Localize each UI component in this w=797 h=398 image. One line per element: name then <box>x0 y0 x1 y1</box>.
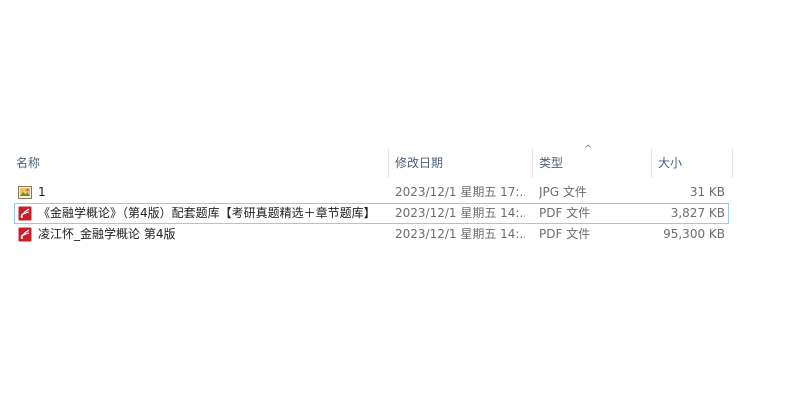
file-row[interactable]: 凌江怀_金融学概论 第4版 2023/12/1 星期五 14:... PDF 文… <box>14 224 729 245</box>
column-header-bar: 名称 修改日期 类型 ^ 大小 <box>10 144 733 178</box>
sort-ascending-icon: ^ <box>584 144 593 155</box>
file-type: PDF 文件 <box>539 206 591 220</box>
column-header-size[interactable]: 大小 <box>652 148 732 178</box>
column-header-name[interactable]: 名称 <box>10 148 388 178</box>
file-name: 凌江怀_金融学概论 第4版 <box>38 227 176 241</box>
file-list: 1 2023/12/1 星期五 17:... JPG 文件 31 KB 《金融学… <box>14 182 729 245</box>
column-header-size-label: 大小 <box>658 156 683 170</box>
column-divider[interactable] <box>732 148 733 178</box>
pdf-file-icon <box>18 206 32 221</box>
column-header-type-label: 类型 <box>539 156 564 170</box>
file-date: 2023/12/1 星期五 14:... <box>395 206 525 220</box>
file-row[interactable]: 《金融学概论》（第4版）配套题库【考研真题精选＋章节题库】 2023/12/1 … <box>14 203 729 224</box>
file-type: PDF 文件 <box>539 227 591 241</box>
column-header-name-label: 名称 <box>16 156 41 170</box>
file-size: 31 KB <box>689 185 725 199</box>
file-size: 95,300 KB <box>663 227 725 241</box>
column-header-date-label: 修改日期 <box>395 156 444 170</box>
file-name: 《金融学概论》（第4版）配套题库【考研真题精选＋章节题库】 <box>38 206 376 220</box>
file-list-pane: 名称 修改日期 类型 ^ 大小 1 2023/12/1 星期五 17:... J… <box>0 0 797 398</box>
column-header-date[interactable]: 修改日期 <box>389 148 532 178</box>
file-size: 3,827 KB <box>670 206 725 220</box>
jpg-file-icon <box>18 185 32 200</box>
file-type: JPG 文件 <box>539 185 587 199</box>
file-row[interactable]: 1 2023/12/1 星期五 17:... JPG 文件 31 KB <box>14 182 729 203</box>
file-name: 1 <box>38 185 46 199</box>
file-date: 2023/12/1 星期五 14:... <box>395 227 525 241</box>
file-date: 2023/12/1 星期五 17:... <box>395 185 525 199</box>
pdf-file-icon <box>18 227 32 242</box>
